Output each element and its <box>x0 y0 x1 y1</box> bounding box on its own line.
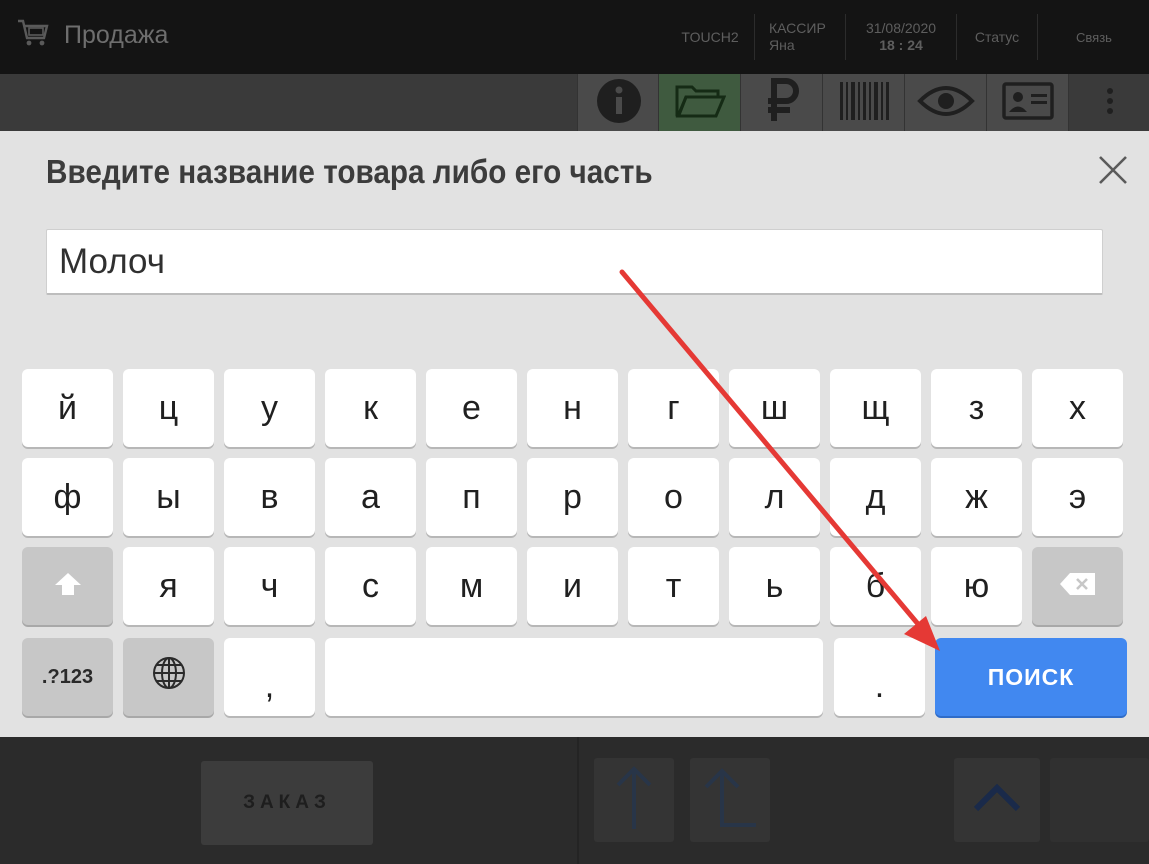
id-card-icon <box>1001 81 1055 126</box>
app-brand: Продажа <box>16 18 168 53</box>
key[interactable]: у <box>224 369 315 447</box>
cashier-info: КАССИР Яна <box>754 14 844 60</box>
barcode-icon <box>837 80 891 127</box>
key[interactable]: ц <box>123 369 214 447</box>
info-button[interactable] <box>577 74 660 132</box>
key[interactable]: з <box>931 369 1022 447</box>
more-button[interactable] <box>1068 74 1149 132</box>
key[interactable]: ж <box>931 458 1022 536</box>
view-button[interactable] <box>904 74 987 132</box>
more-vertical-icon <box>1105 86 1115 121</box>
period-key[interactable]: . <box>834 638 925 716</box>
key[interactable]: я <box>123 547 214 625</box>
barcode-button[interactable] <box>822 74 905 132</box>
side-button[interactable] <box>1050 758 1149 842</box>
key[interactable]: м <box>426 547 517 625</box>
order-label: ЗАКАЗ <box>243 792 331 813</box>
jump-up-button[interactable] <box>690 758 770 842</box>
status-cell[interactable]: Статус <box>956 14 1037 60</box>
key[interactable]: э <box>1032 458 1123 536</box>
open-folder-button[interactable] <box>658 74 741 132</box>
key[interactable]: л <box>729 458 820 536</box>
shift-arrow-icon <box>53 567 83 606</box>
panel-divider <box>577 736 579 864</box>
key[interactable]: ы <box>123 458 214 536</box>
arrow-up-turn-icon <box>700 763 760 838</box>
symbols-key[interactable]: .?123 <box>22 638 113 716</box>
dialog-title: Введите название товара либо его часть <box>46 153 653 190</box>
key[interactable]: г <box>628 369 719 447</box>
key[interactable]: б <box>830 547 921 625</box>
move-up-button[interactable] <box>594 758 674 842</box>
key[interactable]: ф <box>22 458 113 536</box>
status-label: Статус <box>974 28 1020 45</box>
comma-key[interactable]: , <box>224 638 315 716</box>
key[interactable]: ю <box>931 547 1022 625</box>
key[interactable]: п <box>426 458 517 536</box>
key[interactable]: х <box>1032 369 1123 447</box>
terminal-label: TOUCH2 <box>681 28 739 45</box>
key[interactable]: ч <box>224 547 315 625</box>
datetime: 31/08/2020 18 : 24 <box>845 14 956 60</box>
eye-icon <box>917 83 975 124</box>
date-label: 31/08/2020 <box>865 20 937 36</box>
cashier-name: Яна <box>769 37 795 53</box>
search-dialog: Введите название товара либо его часть й… <box>0 131 1149 737</box>
key[interactable]: к <box>325 369 416 447</box>
terminal-name: TOUCH2 <box>668 14 752 60</box>
cashier-label: КАССИР <box>769 20 826 36</box>
search-input[interactable] <box>46 229 1103 295</box>
key[interactable]: в <box>224 458 315 536</box>
app-title: Продажа <box>64 21 169 49</box>
toolbar <box>0 74 1149 132</box>
time-label: 18 : 24 <box>879 37 923 53</box>
key[interactable]: т <box>628 547 719 625</box>
scroll-up-button[interactable] <box>954 758 1040 842</box>
key[interactable]: н <box>527 369 618 447</box>
connection-cell[interactable]: Связь <box>1037 14 1149 60</box>
key[interactable]: е <box>426 369 517 447</box>
space-key[interactable] <box>325 638 823 716</box>
key[interactable]: ш <box>729 369 820 447</box>
order-button[interactable]: ЗАКАЗ <box>201 761 373 845</box>
shopping-cart-icon <box>16 18 50 53</box>
key[interactable]: щ <box>830 369 921 447</box>
close-icon <box>1097 154 1129 191</box>
key[interactable]: а <box>325 458 416 536</box>
backspace-key[interactable] <box>1032 547 1123 625</box>
key[interactable]: о <box>628 458 719 536</box>
info-icon <box>594 76 644 131</box>
key[interactable]: и <box>527 547 618 625</box>
connection-label: Связь <box>1076 29 1112 45</box>
top-bar: Продажа TOUCH2 КАССИР Яна 31/08/2020 18 … <box>0 0 1149 74</box>
customer-card-button[interactable] <box>986 74 1069 132</box>
search-button[interactable]: ПОИСК <box>935 638 1127 716</box>
key[interactable]: ь <box>729 547 820 625</box>
key[interactable]: д <box>830 458 921 536</box>
shift-key[interactable] <box>22 547 113 625</box>
key[interactable]: р <box>527 458 618 536</box>
globe-icon <box>151 655 187 700</box>
folder-open-icon <box>674 81 727 126</box>
ruble-icon <box>762 77 802 130</box>
close-button[interactable] <box>1094 153 1132 191</box>
key[interactable]: с <box>325 547 416 625</box>
payment-button[interactable] <box>740 74 823 132</box>
backspace-icon <box>1058 567 1098 606</box>
key[interactable]: й <box>22 369 113 447</box>
language-key[interactable] <box>123 638 214 716</box>
arrow-up-icon <box>614 763 654 838</box>
chevron-up-icon <box>972 783 1022 818</box>
